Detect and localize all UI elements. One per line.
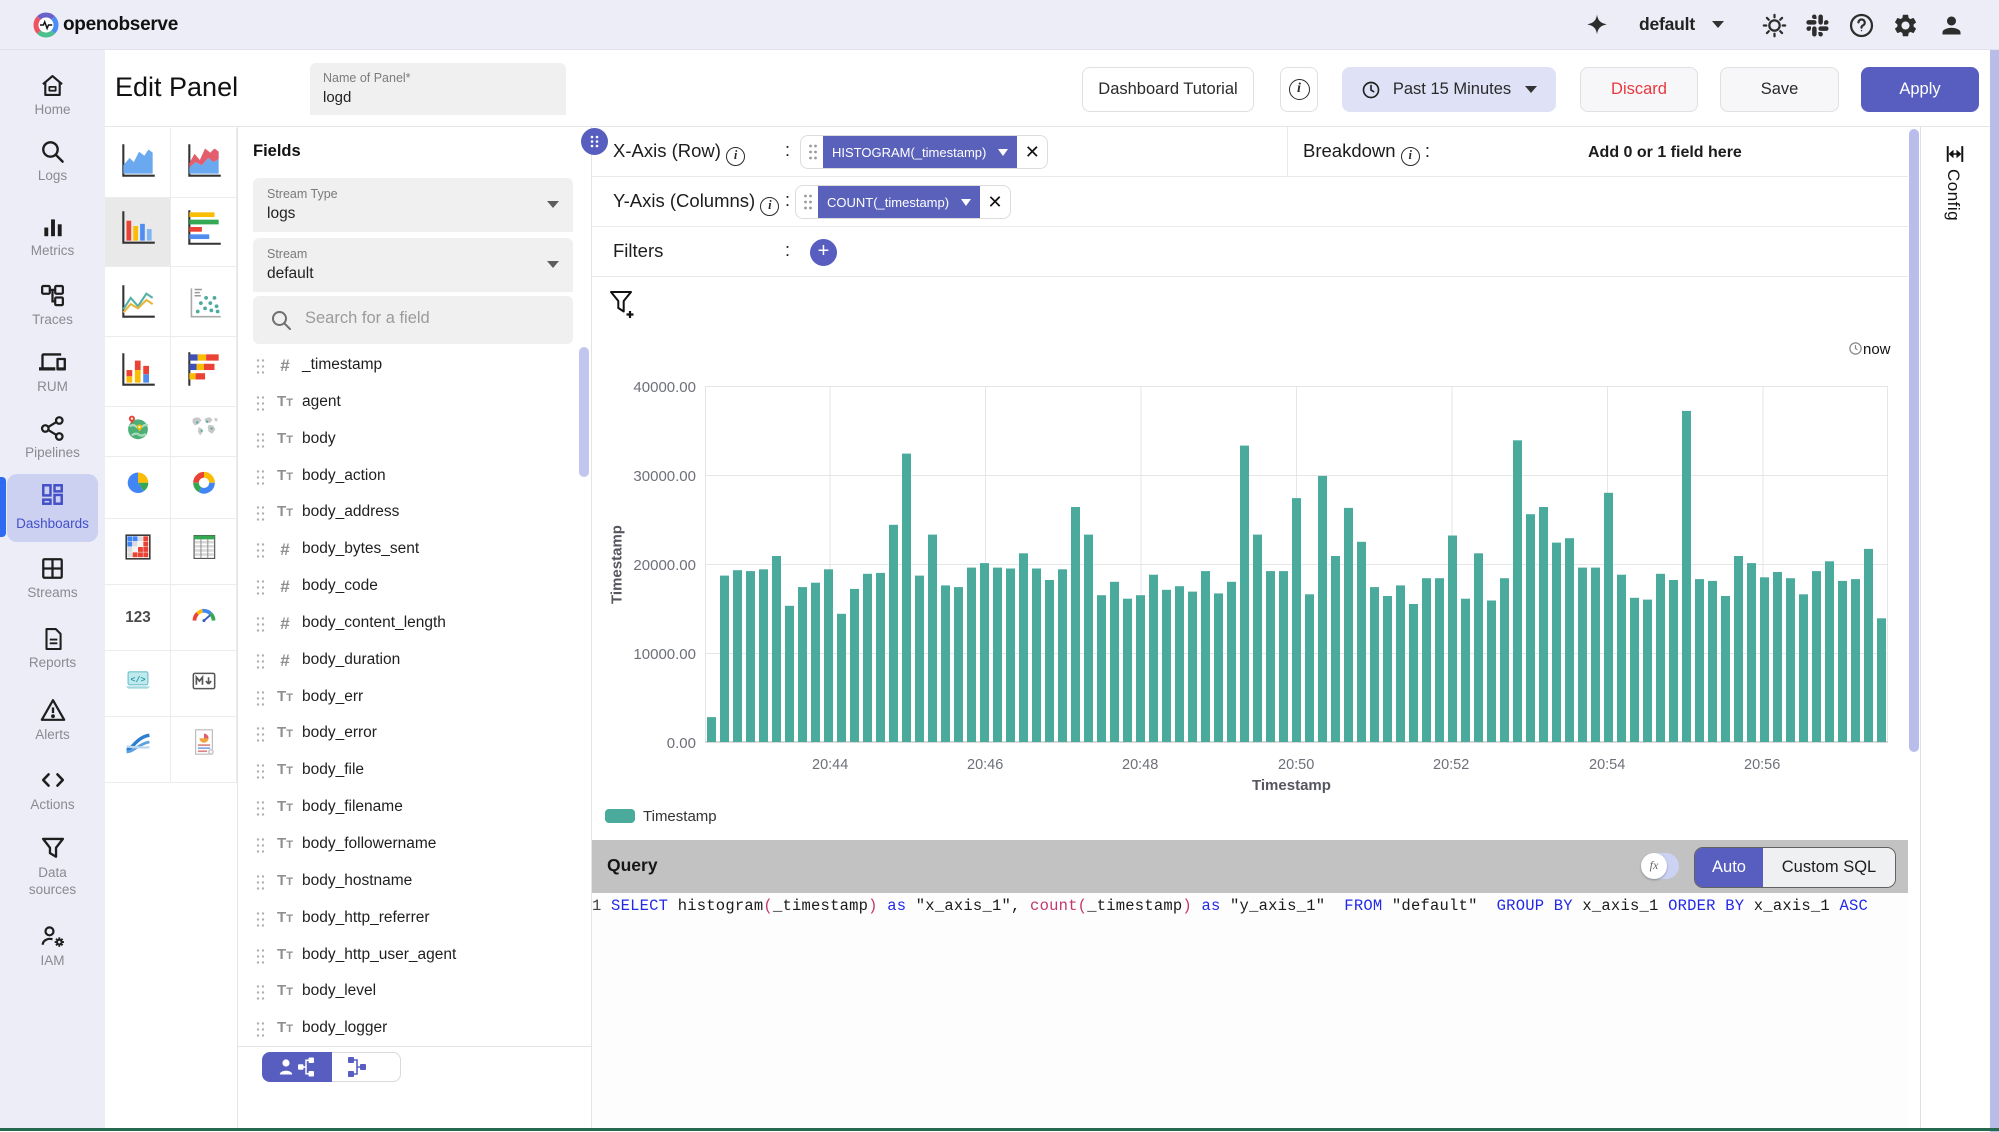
svg-text:</>: </>: [130, 675, 145, 685]
svg-text:123: 123: [125, 609, 150, 626]
